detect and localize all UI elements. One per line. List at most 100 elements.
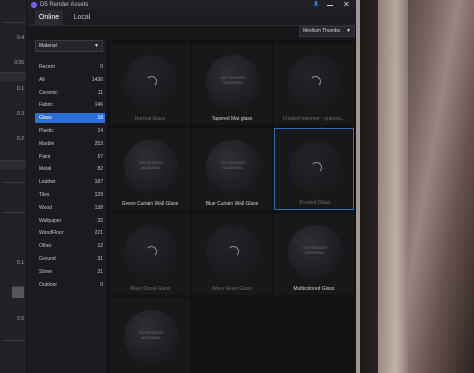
category-count: 14 (97, 128, 103, 134)
asset-card[interactable]: NO RENDER MATERIAL Tapered Mat glass (192, 43, 272, 125)
category-item-wood[interactable]: Wood 138 (35, 203, 105, 213)
category-name: Stone (39, 268, 53, 275)
category-name: Other (39, 243, 52, 250)
material-preview-sphere (288, 55, 342, 109)
category-count: 129 (94, 192, 103, 198)
property-value-3[interactable]: 0.3 (0, 109, 27, 120)
divider (3, 22, 25, 23)
material-preview-sphere: NO RENDER MATERIAL (206, 55, 260, 109)
asset-card[interactable]: NO RENDER MATERIAL Blue Curtain Wall Glas… (192, 128, 272, 210)
asset-card[interactable]: Wavy Grain Glass (192, 213, 272, 295)
property-value-5[interactable]: 0.1 (0, 258, 27, 269)
color-swatch[interactable] (12, 286, 24, 298)
titlebar[interactable]: D5 Render Assets ✕ (27, 0, 356, 10)
material-preview-sphere: NO RENDER MATERIAL (206, 140, 260, 194)
category-name: Outdoor (39, 281, 58, 288)
category-item-paint[interactable]: Paint 57 (35, 152, 105, 162)
asset-card[interactable]: Wavy Decal Glass (110, 213, 190, 295)
asset-card[interactable]: NO RENDER MATERIAL (110, 298, 190, 373)
property-field[interactable] (0, 160, 26, 169)
divider (3, 212, 25, 213)
category-item-marble[interactable]: Marble 253 (35, 139, 105, 149)
category-name: Plastic (39, 128, 54, 134)
category-count: 11 (97, 89, 103, 96)
asset-type-select[interactable]: Material ▼ (35, 40, 103, 52)
category-name: Leather (39, 179, 56, 186)
property-value-2[interactable]: 0.1 (0, 84, 27, 95)
loading-spinner-icon (311, 162, 322, 173)
property-value-4[interactable]: 0.2 (0, 134, 27, 145)
asset-name: Blue Curtain Wall Glass (205, 201, 259, 207)
category-count: 32 (97, 217, 103, 224)
category-item-glass[interactable]: Glass 18 (35, 113, 105, 124)
category-count: 31 (97, 256, 103, 262)
category-count: 1436 (91, 76, 103, 83)
d5-logo-icon (31, 2, 37, 8)
category-name: Marble (39, 140, 55, 147)
render-viewport[interactable] (356, 0, 474, 373)
category-item-tiles[interactable]: Tiles 129 (35, 190, 105, 200)
no-render-placeholder: NO RENDER MATERIAL (220, 75, 245, 85)
asset-name: Frosted Glass (299, 200, 331, 206)
category-item-leather[interactable]: Leather 187 (35, 177, 105, 187)
tab-local[interactable]: Local (67, 10, 97, 26)
category-count: 12 (97, 243, 103, 250)
no-render-placeholder: NO RENDER MATERIAL (302, 245, 327, 255)
category-name: WoodFloor (39, 230, 64, 237)
category-item-other[interactable]: Other 12 (35, 241, 105, 251)
category-name: Recent (39, 64, 55, 70)
material-preview-sphere (124, 225, 178, 279)
close-icon[interactable]: ✕ (343, 1, 350, 9)
minimize-icon[interactable] (327, 5, 333, 6)
category-item-woodfloor[interactable]: WoodFloor 221 (35, 228, 105, 238)
category-item-fabric[interactable]: Fabric 146 (35, 100, 105, 110)
view-size-select[interactable]: Medium Thumbs ▼ (299, 26, 355, 37)
property-value-6[interactable]: 0.5 (0, 314, 27, 325)
property-value-1[interactable]: 0.05 (0, 58, 27, 69)
category-item-all[interactable]: All 1436 (35, 75, 105, 85)
material-preview-sphere (206, 225, 260, 279)
category-item-plastic[interactable]: Plastic 14 (35, 126, 105, 136)
category-count: 253 (94, 140, 103, 147)
category-item-wallpaper[interactable]: Wallpaper 32 (35, 216, 105, 226)
material-preview-sphere: NO RENDER MATERIAL (288, 225, 342, 279)
no-render-placeholder: NO RENDER MATERIAL (220, 160, 245, 170)
asset-grid: Normal Glass NO RENDER MATERIAL Tapered Ma… (107, 40, 356, 373)
loading-spinner-icon (146, 246, 157, 257)
category-item-recent[interactable]: Recent 0 (35, 62, 105, 72)
material-preview-sphere: NO RENDER MATERIAL (124, 310, 178, 364)
asset-card[interactable]: NO RENDER MATERIAL Multicolored Glass (274, 213, 354, 295)
view-size-value: Medium Thumbs (303, 28, 341, 34)
no-render-placeholder: NO RENDER MATERIAL (138, 160, 163, 170)
tab-online[interactable]: Online (35, 10, 63, 26)
loading-spinner-icon (228, 246, 239, 257)
category-name: Metal (39, 166, 52, 173)
property-field[interactable] (0, 72, 26, 81)
category-count: 146 (94, 102, 103, 109)
asset-card[interactable]: Normal Glass (110, 43, 190, 125)
asset-type-value: Material (39, 43, 57, 49)
asset-name: Green Curtain Wall Glass (121, 201, 179, 207)
source-tabs: Online Local (27, 10, 356, 26)
asset-name: Tapered Mat glass (211, 116, 253, 122)
category-name: Fabric (39, 102, 53, 109)
property-value-0[interactable]: 0.4 (0, 33, 27, 44)
asset-card[interactable]: Frosted Glass (274, 128, 354, 210)
pin-icon[interactable] (313, 1, 319, 8)
asset-card[interactable]: NO RENDER MATERIAL Green Curtain Wall Gla… (110, 128, 190, 210)
category-count: 138 (94, 204, 103, 211)
category-item-ceramic[interactable]: Ceramic 11 (35, 88, 105, 98)
category-item-metal[interactable]: Metal 82 (35, 164, 105, 174)
loading-spinner-icon (146, 76, 157, 87)
category-item-outdoor[interactable]: Outdoor 0 (35, 280, 105, 290)
category-count: 0 (100, 64, 103, 70)
category-item-ground[interactable]: Ground 31 (35, 254, 105, 264)
material-preview-sphere: NO RENDER MATERIAL (124, 140, 178, 194)
viewport-edge (356, 0, 360, 373)
viewport-shelf (359, 0, 379, 373)
category-count: 57 (97, 153, 103, 160)
category-item-stone[interactable]: Stone 31 (35, 267, 105, 277)
asset-name: Multicolored Glass (293, 286, 335, 292)
asset-card[interactable]: Frosted hammer - grained... (274, 43, 354, 125)
category-name: Wallpaper (39, 217, 62, 224)
